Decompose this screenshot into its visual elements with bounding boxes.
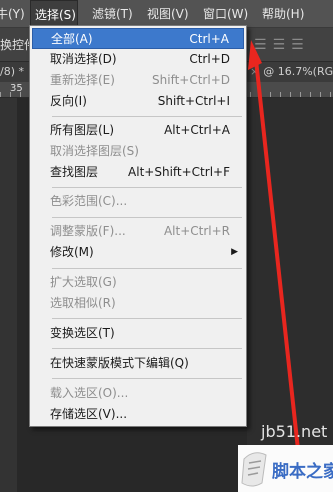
menu-item-reselect[interactable]: 重新选择(E) Shift+Ctrl+D	[32, 70, 244, 91]
menu-item-color-range[interactable]: 色彩范围(C)...	[32, 191, 244, 212]
menu-item-load-selection[interactable]: 载入选区(O)...	[32, 383, 244, 404]
menu-item-quick-mask[interactable]: 在快速蒙版模式下编辑(Q)	[32, 353, 244, 374]
watermark-badge: 脚本之家	[238, 445, 333, 492]
menu-item-save-selection[interactable]: 存储选区(V)...	[32, 404, 244, 425]
menu-item-similar[interactable]: 选取相似(R)	[32, 293, 244, 314]
watermark-logo-icon	[241, 452, 267, 487]
arrow-shaft	[254, 59, 302, 469]
menu-item-grow[interactable]: 扩大选取(G)	[32, 272, 244, 293]
menu-help[interactable]: 帮助(H)	[258, 0, 308, 28]
menu-divider	[52, 378, 242, 379]
menu-window[interactable]: 窗口(W)	[199, 0, 252, 28]
menu-item-select-all[interactable]: 全部(A) Ctrl+A	[32, 28, 244, 49]
submenu-arrow-icon: ▶	[231, 247, 238, 257]
menu-bar: 牛(Y) 选择(S) 滤镜(T) 视图(V) 窗口(W) 帮助(H)	[0, 0, 333, 28]
menu-item-refine-mask[interactable]: 调整蒙版(F)... Alt+Ctrl+R	[32, 221, 244, 242]
red-arrow-annotation	[248, 40, 302, 469]
menu-edit-partial[interactable]: 牛(Y)	[0, 0, 29, 28]
menu-divider	[52, 187, 242, 188]
menu-select[interactable]: 选择(S)	[30, 0, 78, 28]
menu-divider	[52, 348, 242, 349]
menu-divider	[52, 217, 242, 218]
vertical-ruler	[0, 98, 17, 492]
menu-item-all-layers[interactable]: 所有图层(L) Alt+Ctrl+A	[32, 120, 244, 141]
watermark-site: jb51.net	[261, 422, 328, 441]
menu-divider	[52, 116, 242, 117]
menu-item-inverse[interactable]: 反向(I) Shift+Ctrl+I	[32, 91, 244, 112]
menu-item-deselect-layers[interactable]: 取消选择图层(S)	[32, 141, 244, 162]
select-dropdown-menu: 全部(A) Ctrl+A 取消选择(D) Ctrl+D 重新选择(E) Shift+C…	[29, 25, 247, 427]
menu-view[interactable]: 视图(V)	[143, 0, 193, 28]
menu-item-transform-selection[interactable]: 变换选区(T)	[32, 323, 244, 344]
menu-divider	[52, 318, 242, 319]
menu-filter[interactable]: 滤镜(T)	[88, 0, 137, 28]
menu-divider	[52, 268, 242, 269]
menu-item-find-layers[interactable]: 查找图层 Alt+Shift+Ctrl+F	[32, 162, 244, 183]
menu-item-modify[interactable]: 修改(M) ▶	[32, 242, 244, 263]
watermark-brand: 脚本之家	[272, 462, 333, 482]
menu-item-deselect[interactable]: 取消选择(D) Ctrl+D	[32, 49, 244, 70]
